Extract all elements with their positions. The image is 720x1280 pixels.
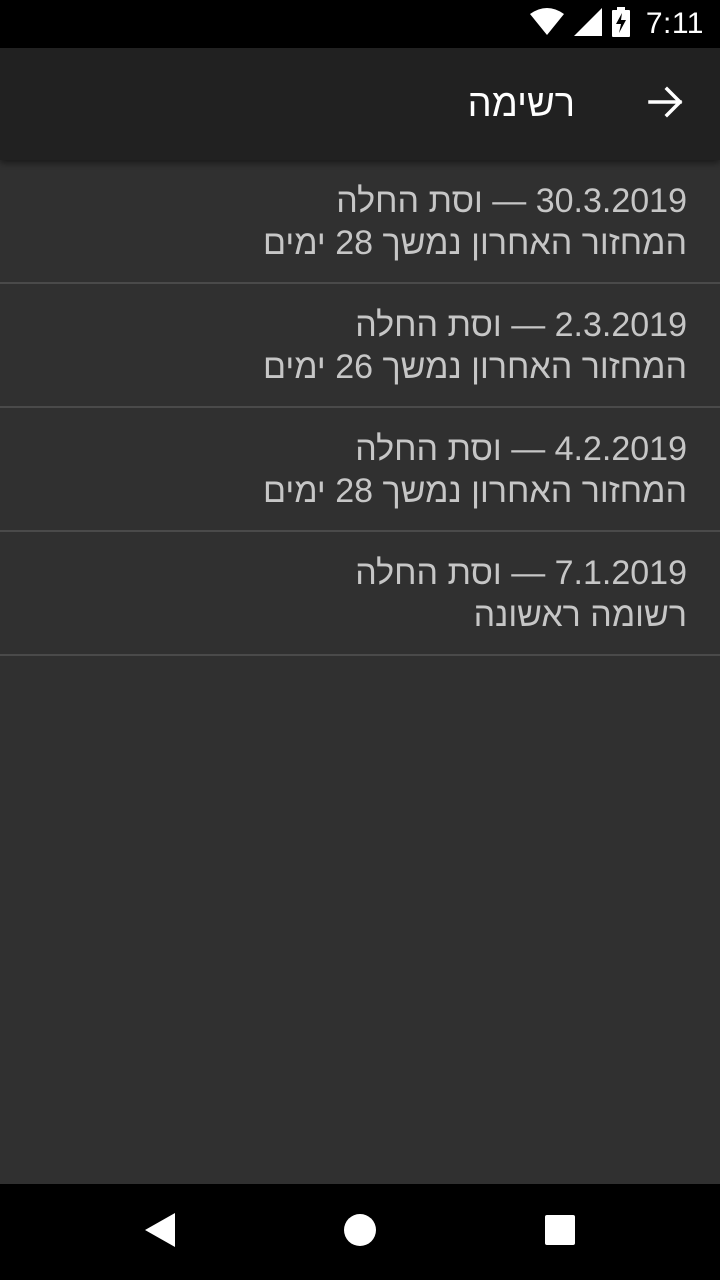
list-item-subtitle: רשומה ראשונה xyxy=(473,596,687,634)
list-item[interactable]: 2.3.2019 — וסת החלה המחזור האחרון נמשך 2… xyxy=(0,284,720,408)
page-title: רשימה xyxy=(467,83,575,125)
list-item[interactable]: 7.1.2019 — וסת החלה רשומה ראשונה xyxy=(0,532,720,656)
home-circle-icon xyxy=(343,1213,377,1252)
status-icons: 7:11 xyxy=(529,0,704,48)
arrow-right-icon xyxy=(648,84,684,125)
recents-square-icon xyxy=(544,1214,576,1251)
nav-recents-button[interactable] xyxy=(528,1200,592,1264)
back-triangle-icon xyxy=(143,1212,177,1253)
status-time: 7:11 xyxy=(645,7,704,40)
list-item-title: 7.1.2019 — וסת החלה xyxy=(355,554,687,592)
list-item-subtitle: המחזור האחרון נמשך 28 ימים xyxy=(263,224,687,262)
battery-charging-icon xyxy=(611,6,630,42)
signal-icon xyxy=(573,7,602,41)
navigation-bar xyxy=(0,1184,720,1280)
nav-back-button[interactable] xyxy=(128,1200,192,1264)
app-bar: רשימה xyxy=(0,48,720,160)
list-item-title: 2.3.2019 — וסת החלה xyxy=(355,306,687,344)
list-item[interactable]: 4.2.2019 — וסת החלה המחזור האחרון נמשך 2… xyxy=(0,408,720,532)
status-bar: 7:11 xyxy=(0,0,720,48)
list-item-subtitle: המחזור האחרון נמשך 26 ימים xyxy=(263,348,687,386)
list-item-title: 30.3.2019 — וסת החלה xyxy=(336,182,687,220)
nav-home-button[interactable] xyxy=(328,1200,392,1264)
entries-list: 30.3.2019 — וסת החלה המחזור האחרון נמשך … xyxy=(0,160,720,656)
list-item-title: 4.2.2019 — וסת החלה xyxy=(355,430,687,468)
list-item[interactable]: 30.3.2019 — וסת החלה המחזור האחרון נמשך … xyxy=(0,160,720,284)
screen: 7:11 רשימה 30.3.2019 — וסת החלה המחזור ה… xyxy=(0,0,720,1280)
list-item-subtitle: המחזור האחרון נמשך 28 ימים xyxy=(263,472,687,510)
wifi-icon xyxy=(529,7,564,41)
back-button[interactable] xyxy=(634,72,698,136)
